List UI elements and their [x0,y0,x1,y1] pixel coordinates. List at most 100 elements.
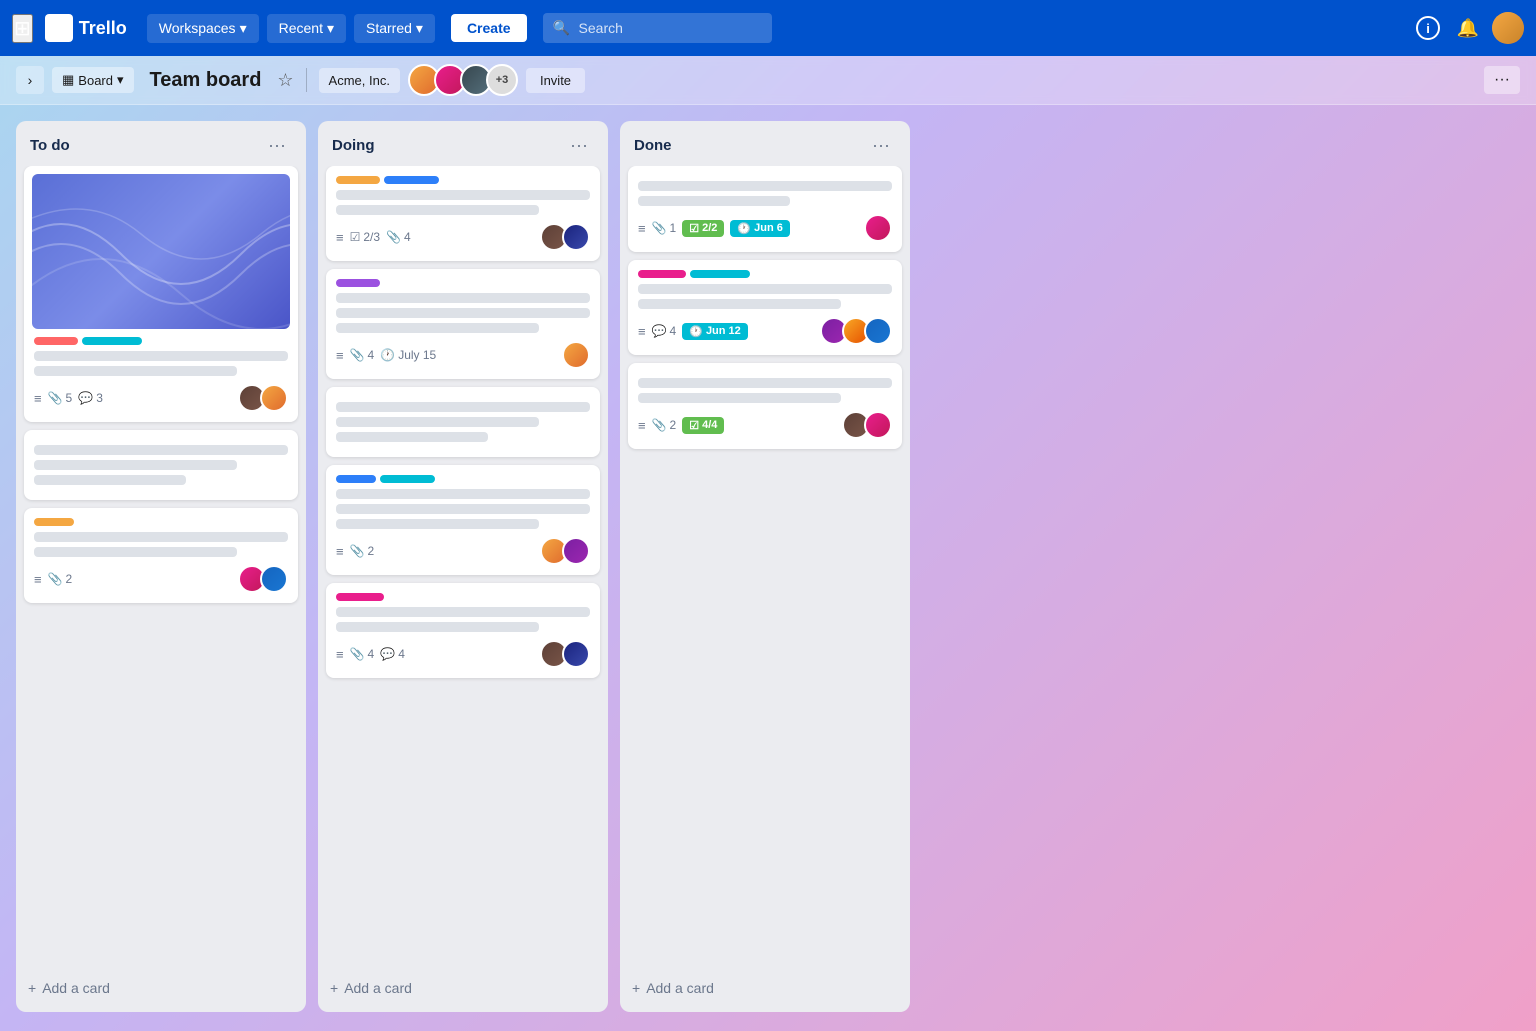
card-avatars [842,411,892,439]
column-todo-title: To do [30,137,70,154]
card-meta: ≡ 📎 2 ☑ 4/4 [638,417,834,434]
card-avatar-1[interactable] [562,341,590,369]
clip-icon: 📎 [350,544,365,558]
board-content: To do ··· ≡ 📎 [0,105,1536,1028]
card-text-line [638,378,892,388]
check-badge-text: 2/2 [702,222,717,234]
create-label: Create [467,20,511,36]
workspaces-menu[interactable]: Workspaces ▾ [147,14,259,43]
sidebar-toggle-button[interactable]: › [16,66,44,94]
description-icon: ≡ [34,572,42,587]
card-avatar-2[interactable] [260,565,288,593]
card-todo-1[interactable]: ≡ 📎 5 💬 3 [24,166,298,422]
card-todo-3[interactable]: ≡ 📎 2 [24,508,298,603]
notifications-button[interactable]: 🔔 [1452,12,1484,44]
card-avatar-2[interactable] [562,640,590,668]
card-doing-1[interactable]: ≡ ☑ 2/3 📎 4 [326,166,600,261]
description-icon: ≡ [34,391,42,406]
date-badge: 🕐 Jun 6 [730,220,789,237]
plus-icon: + [330,980,338,996]
card-text-line [638,196,790,206]
card-doing-2[interactable]: ≡ 📎 4 🕐 July 15 [326,269,600,379]
card-doing-5[interactable]: ≡ 📎 4 💬 4 [326,583,600,678]
grid-icon[interactable]: ⊞ [12,14,33,43]
description-icon: ≡ [336,230,344,245]
starred-menu[interactable]: Starred ▾ [354,14,435,43]
date-badge-text: Jun 6 [754,222,783,234]
card-meta: ≡ 📎 2 [336,544,532,559]
card-text-line [34,460,237,470]
comment-icon: 💬 [652,324,667,338]
card-text-line [336,607,590,617]
member-count-badge[interactable]: +3 [486,64,518,96]
check-badge-icon: ☑ [689,222,699,235]
card-meta: ≡ 💬 4 🕐 Jun 12 [638,323,812,340]
clip-count: 5 [66,391,73,405]
card-todo-2[interactable] [24,430,298,500]
card-avatars [820,317,892,345]
add-card-done[interactable]: + Add a card [620,972,910,1004]
invite-button[interactable]: Invite [526,68,585,93]
user-avatar[interactable] [1492,12,1524,44]
card-labels [336,279,590,287]
description-icon: ≡ [638,324,646,339]
card-text-line [638,284,892,294]
trello-logo[interactable]: Trello [45,14,127,42]
column-doing-menu[interactable]: ··· [564,133,594,158]
card-done-1[interactable]: ≡ 📎 1 ☑ 2/2 🕐 Jun 6 [628,166,902,252]
card-text-line [34,445,288,455]
card-text-line [638,393,841,403]
card-avatar-2[interactable] [864,411,892,439]
description-icon: ≡ [336,544,344,559]
column-todo-menu[interactable]: ··· [262,133,292,158]
card-doing-3[interactable] [326,387,600,457]
clock-badge-icon: 🕐 [689,325,703,338]
card-doing-4[interactable]: ≡ 📎 2 [326,465,600,575]
card-avatar-2[interactable] [260,384,288,412]
create-button[interactable]: Create [451,14,527,42]
column-done-header: Done ··· [620,121,910,166]
card-done-2[interactable]: ≡ 💬 4 🕐 Jun 12 [628,260,902,355]
workspace-button[interactable]: Acme, Inc. [319,68,400,93]
search-icon: 🔍 [553,20,570,37]
column-done-menu[interactable]: ··· [866,133,896,158]
card-text-line [336,402,590,412]
add-card-doing[interactable]: + Add a card [318,972,608,1004]
trello-logo-icon [45,14,73,42]
card-text-line [336,323,539,333]
recent-menu[interactable]: Recent ▾ [267,14,346,43]
board-toolbar: › ▦ Board ▾ Team board ☆ Acme, Inc. +3 I… [0,56,1536,105]
bell-icon: 🔔 [1457,18,1479,39]
card-text-line [34,366,237,376]
description-icon: ≡ [638,221,646,236]
invite-label: Invite [540,73,571,88]
card-avatars [540,223,590,251]
card-avatars [540,537,590,565]
column-done-cards: ≡ 📎 1 ☑ 2/2 🕐 Jun 6 [620,166,910,972]
card-done-3[interactable]: ≡ 📎 2 ☑ 4/4 [628,363,902,449]
member-avatars: +3 [408,64,518,96]
column-todo: To do ··· ≡ 📎 [16,121,306,1012]
star-button[interactable]: ☆ [277,70,293,91]
column-doing-title: Doing [332,137,375,154]
card-cover-image [32,174,290,329]
card-avatar-3[interactable] [864,317,892,345]
card-avatar-1[interactable] [864,214,892,242]
card-text-line [638,181,892,191]
more-options-button[interactable]: ··· [1484,66,1520,94]
search-input[interactable] [543,13,772,43]
comment-icon: 💬 [78,391,93,405]
card-text-line [638,299,841,309]
board-view-button[interactable]: ▦ Board ▾ [52,67,134,93]
card-text-line [336,489,590,499]
card-avatar-2[interactable] [562,537,590,565]
card-avatar-2[interactable] [562,223,590,251]
add-card-todo[interactable]: + Add a card [16,972,306,1004]
info-button[interactable]: i [1412,12,1444,44]
clip-count: 1 [670,221,677,235]
clip-count: 2 [368,544,375,558]
add-card-label: Add a card [344,980,412,996]
attachments-count: 📎 2 [652,418,677,432]
card-text-line [336,190,590,200]
card-labels [336,176,590,184]
